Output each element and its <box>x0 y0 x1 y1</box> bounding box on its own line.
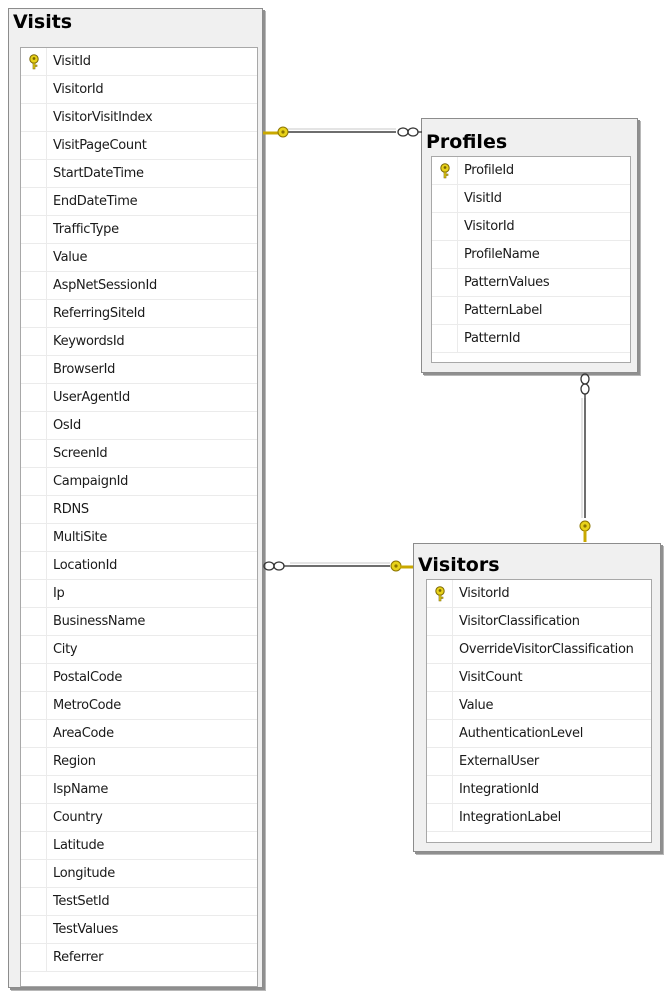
infinity-icon <box>580 373 590 398</box>
infinity-icon <box>397 127 422 137</box>
relationship-visitors-profiles[interactable] <box>579 373 591 542</box>
key-icon <box>390 560 413 572</box>
infinity-icon <box>263 561 290 571</box>
relationship-visits-profiles[interactable] <box>263 126 422 138</box>
key-icon <box>579 520 591 542</box>
relationship-visitors-visits[interactable] <box>263 560 413 572</box>
key-icon <box>263 126 289 138</box>
relationship-layer <box>263 126 591 572</box>
